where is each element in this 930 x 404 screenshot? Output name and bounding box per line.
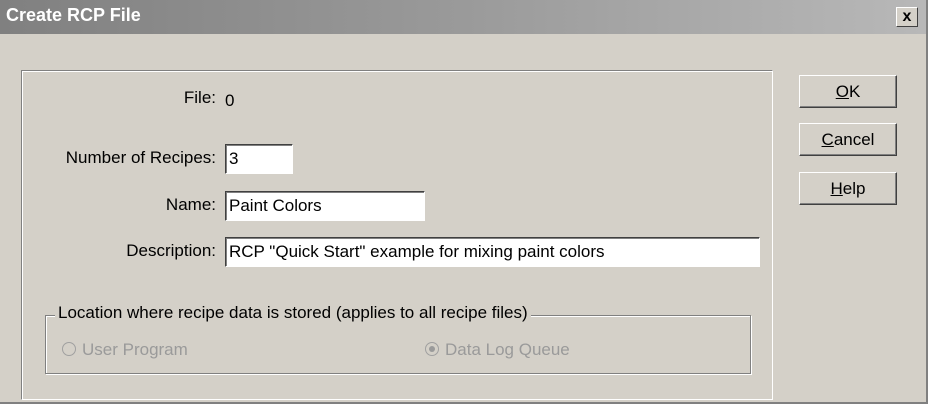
title-bar: Create RCP File x [0, 0, 926, 34]
create-rcp-file-dialog: Create RCP File x File: 0 Number of Reci… [0, 0, 928, 404]
description-input[interactable] [225, 237, 760, 267]
number-of-recipes-input[interactable] [225, 144, 293, 174]
user-program-radio[interactable]: User Program [62, 340, 188, 360]
number-of-recipes-label: Number of Recipes: [65, 148, 216, 167]
name-input[interactable] [225, 191, 425, 221]
data-location-legend: Location where recipe data is stored (ap… [55, 303, 531, 323]
file-value: 0 [225, 91, 235, 110]
data-log-queue-label: Data Log Queue [445, 340, 570, 359]
data-log-queue-radio[interactable]: Data Log Queue [425, 340, 570, 360]
cancel-button[interactable]: Cancel [799, 123, 897, 156]
help-button[interactable]: Help [799, 172, 897, 205]
name-label: Name: [165, 195, 216, 214]
window-title: Create RCP File [6, 5, 141, 25]
user-program-label: User Program [82, 340, 188, 359]
radio-checked-icon [425, 342, 439, 356]
close-icon: x [902, 8, 912, 25]
description-label: Description: [126, 241, 216, 260]
file-label: File: [183, 88, 216, 107]
close-button[interactable]: x [896, 7, 918, 27]
ok-button[interactable]: OK [799, 75, 897, 108]
radio-unchecked-icon [62, 342, 76, 356]
